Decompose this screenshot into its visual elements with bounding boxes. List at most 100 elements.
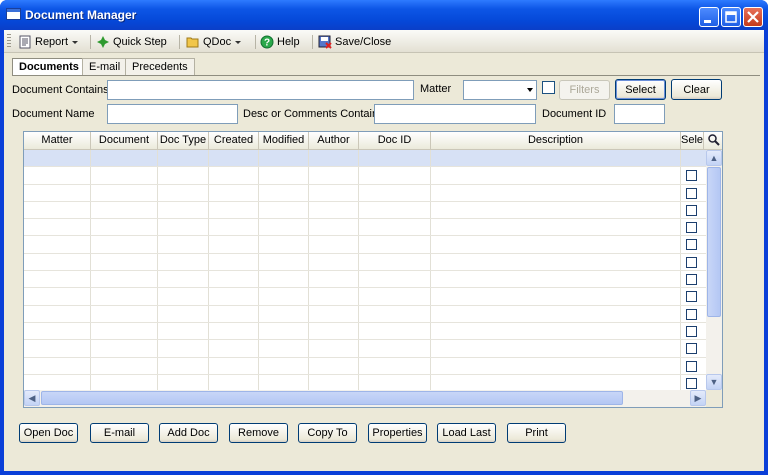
desc-input[interactable] (374, 104, 536, 124)
toolbar-separator (179, 35, 180, 49)
table-row[interactable] (24, 288, 706, 306)
remove-button[interactable]: Remove (229, 423, 288, 443)
open-doc-button[interactable]: Open Doc (19, 423, 78, 443)
column-divider (430, 236, 431, 253)
row-select-checkbox[interactable] (686, 170, 697, 182)
scroll-left-icon[interactable]: ◀ (24, 390, 40, 406)
column-divider (90, 150, 91, 167)
document-contains-input[interactable] (107, 80, 414, 100)
help-button[interactable]: ? Help (260, 34, 300, 50)
column-divider (157, 357, 158, 374)
tab-precedents[interactable]: Precedents (125, 58, 195, 75)
email-button[interactable]: E-mail (90, 423, 149, 443)
maximize-button[interactable] (721, 7, 741, 27)
column-divider (308, 357, 309, 374)
tab-documents[interactable]: Documents (12, 58, 86, 76)
filters-checkbox[interactable] (542, 81, 555, 94)
table-row[interactable] (24, 150, 706, 168)
table-row[interactable] (24, 305, 706, 323)
load-last-button[interactable]: Load Last (437, 423, 496, 443)
quick-step-button[interactable]: Quick Step (96, 34, 167, 50)
column-divider (90, 184, 91, 201)
row-select-checkbox[interactable] (686, 377, 697, 389)
document-name-input[interactable] (107, 104, 238, 124)
row-select-checkbox[interactable] (686, 204, 697, 216)
column-divider (208, 305, 209, 322)
maximize-icon (725, 11, 737, 23)
row-select-checkbox[interactable] (686, 256, 697, 268)
add-doc-button[interactable]: Add Doc (159, 423, 218, 443)
close-icon (747, 11, 759, 23)
report-menu-button[interactable]: Report (18, 34, 79, 50)
tab-email[interactable]: E-mail (82, 58, 128, 75)
column-header[interactable]: Author (309, 132, 359, 150)
minimize-button[interactable] (699, 7, 719, 27)
column-divider (680, 184, 681, 201)
row-select-checkbox[interactable] (686, 239, 697, 251)
row-select-checkbox[interactable] (686, 360, 697, 372)
close-button[interactable] (743, 7, 763, 27)
toolbar-grip[interactable] (7, 34, 11, 49)
table-row[interactable] (24, 184, 706, 202)
document-id-input[interactable] (614, 104, 665, 124)
column-divider (358, 167, 359, 184)
row-select-checkbox[interactable] (686, 222, 697, 234)
vertical-scroll-thumb[interactable] (707, 167, 721, 317)
table-row[interactable] (24, 357, 706, 375)
row-select-checkbox[interactable] (686, 187, 697, 199)
column-divider (358, 322, 359, 340)
matter-select[interactable] (463, 80, 537, 100)
window-title: Document Manager (25, 8, 137, 22)
search-icon[interactable] (707, 133, 721, 148)
toolbar-separator (255, 35, 256, 49)
table-row[interactable] (24, 253, 706, 272)
table-row[interactable] (24, 340, 706, 358)
table-row[interactable] (24, 236, 706, 254)
column-divider (358, 253, 359, 271)
column-divider (258, 253, 259, 271)
row-select-checkbox[interactable] (686, 343, 697, 355)
vertical-scrollbar[interactable]: ▲ ▼ (706, 150, 722, 390)
clear-button[interactable]: Clear (671, 79, 722, 100)
table-row[interactable] (24, 167, 706, 185)
scroll-down-icon[interactable]: ▼ (706, 374, 722, 390)
save-close-button[interactable]: Save/Close (318, 34, 391, 50)
properties-button[interactable]: Properties (368, 423, 427, 443)
horizontal-scrollbar[interactable]: ◀ ▶ (24, 390, 706, 407)
column-header[interactable]: Description (431, 132, 681, 150)
column-header[interactable]: Doc Type (158, 132, 209, 150)
select-button[interactable]: Select (615, 79, 666, 100)
column-divider (358, 288, 359, 305)
column-header[interactable]: Matter (24, 132, 91, 150)
column-header[interactable]: Created (209, 132, 259, 150)
print-button[interactable]: Print (507, 423, 566, 443)
scroll-up-icon[interactable]: ▲ (706, 150, 722, 166)
table-row[interactable] (24, 201, 706, 220)
column-divider (157, 322, 158, 340)
row-select-checkbox[interactable] (686, 274, 697, 286)
table-row[interactable] (24, 374, 706, 390)
row-select-checkbox[interactable] (686, 325, 697, 337)
toolbar: Report Quick Step QDoc ? Help Save/Close (4, 30, 764, 53)
column-divider (430, 288, 431, 305)
column-divider (157, 201, 158, 219)
column-header[interactable]: Document (91, 132, 158, 150)
qdoc-menu-button[interactable]: QDoc (186, 34, 242, 50)
title-bar[interactable]: Document Manager (0, 0, 768, 30)
column-divider (308, 167, 309, 184)
filters-button[interactable]: Filters (559, 80, 610, 100)
horizontal-scroll-thumb[interactable] (41, 391, 623, 405)
table-row[interactable] (24, 322, 706, 341)
table-row[interactable] (24, 271, 706, 289)
row-select-checkbox[interactable] (686, 291, 697, 303)
minimize-icon (704, 20, 711, 23)
column-header[interactable]: Doc ID (359, 132, 431, 150)
column-header[interactable]: Selec (681, 132, 704, 150)
column-divider (90, 305, 91, 322)
row-select-checkbox[interactable] (686, 308, 697, 320)
column-header[interactable]: Modified (259, 132, 309, 150)
table-row[interactable] (24, 219, 706, 237)
copy-to-button[interactable]: Copy To (298, 423, 357, 443)
column-divider (157, 340, 158, 357)
scroll-right-icon[interactable]: ▶ (690, 390, 706, 406)
